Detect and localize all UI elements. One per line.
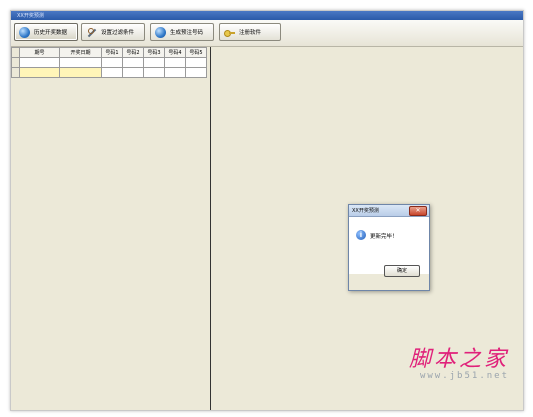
ok-button[interactable]: 确定: [384, 265, 420, 277]
grid-cell[interactable]: [164, 67, 186, 78]
grid-cell-selected[interactable]: [59, 67, 102, 78]
grid-cell[interactable]: [185, 57, 207, 68]
history-data-label: 历史开奖数据: [34, 30, 68, 36]
title-bar: XX开奖预测: [11, 11, 523, 20]
watermark-url: www.jb51.net: [419, 371, 509, 381]
column-header[interactable]: 期号: [19, 47, 60, 58]
set-filter-button[interactable]: 设置过滤条件: [81, 23, 145, 41]
message-dialog: XX开奖预测 ✕ i 更新完毕！ 确定: [348, 204, 430, 291]
generate-numbers-button[interactable]: 生成预注号码: [150, 23, 214, 41]
globe-icon: [155, 26, 166, 38]
column-header[interactable]: 号码2: [122, 47, 144, 58]
data-pane: 期号 开奖日期 号码1 号码2 号码3 号码4 号码5: [11, 47, 211, 410]
row-header-current[interactable]: [11, 67, 20, 78]
grid-cell[interactable]: [59, 57, 102, 68]
close-icon[interactable]: ✕: [409, 206, 427, 216]
table-row[interactable]: [11, 67, 207, 78]
grid-cell-selected[interactable]: [19, 67, 60, 78]
info-icon: i: [356, 230, 366, 240]
grid-cell[interactable]: [143, 57, 165, 68]
window-title: XX开奖预测: [17, 13, 44, 19]
table-row[interactable]: [11, 57, 207, 68]
column-header[interactable]: 号码4: [164, 47, 186, 58]
column-header[interactable]: 开奖日期: [59, 47, 102, 58]
grid-cell[interactable]: [101, 57, 123, 68]
tools-icon: [86, 27, 97, 38]
dialog-title: XX开奖预测: [352, 208, 379, 214]
grid-cell[interactable]: [101, 67, 123, 78]
row-header-corner: [11, 47, 20, 58]
dialog-title-bar: XX开奖预测 ✕: [349, 205, 429, 217]
app-window: XX开奖预测 历史开奖数据 设置过滤条件 生成预注号码 注册软件 期号 开奖日期…: [10, 10, 524, 411]
dialog-message: 更新完毕！: [370, 234, 398, 240]
register-software-label: 注册软件: [239, 30, 262, 36]
watermark: 脚本之家 www.jb51.net: [409, 341, 509, 381]
grid-cell[interactable]: [185, 67, 207, 78]
set-filter-label: 设置过滤条件: [101, 30, 135, 36]
key-icon: [224, 27, 235, 38]
history-data-button[interactable]: 历史开奖数据: [14, 23, 78, 41]
grid-cell[interactable]: [122, 67, 144, 78]
generate-numbers-label: 生成预注号码: [170, 30, 204, 36]
row-header[interactable]: [11, 57, 20, 68]
grid-header-row: 期号 开奖日期 号码1 号码2 号码3 号码4 号码5: [11, 47, 207, 58]
grid-cell[interactable]: [19, 57, 60, 68]
globe-icon: [19, 26, 30, 38]
grid-cell[interactable]: [164, 57, 186, 68]
column-header[interactable]: 号码5: [185, 47, 207, 58]
watermark-text: 脚本之家: [408, 347, 509, 372]
grid-cell[interactable]: [143, 67, 165, 78]
lottery-grid[interactable]: 期号 开奖日期 号码1 号码2 号码3 号码4 号码5: [11, 47, 207, 78]
column-header[interactable]: 号码1: [101, 47, 123, 58]
register-software-button[interactable]: 注册软件: [219, 23, 281, 41]
grid-cell[interactable]: [122, 57, 144, 68]
toolbar: 历史开奖数据 设置过滤条件 生成预注号码 注册软件: [11, 20, 523, 47]
column-header[interactable]: 号码3: [143, 47, 165, 58]
